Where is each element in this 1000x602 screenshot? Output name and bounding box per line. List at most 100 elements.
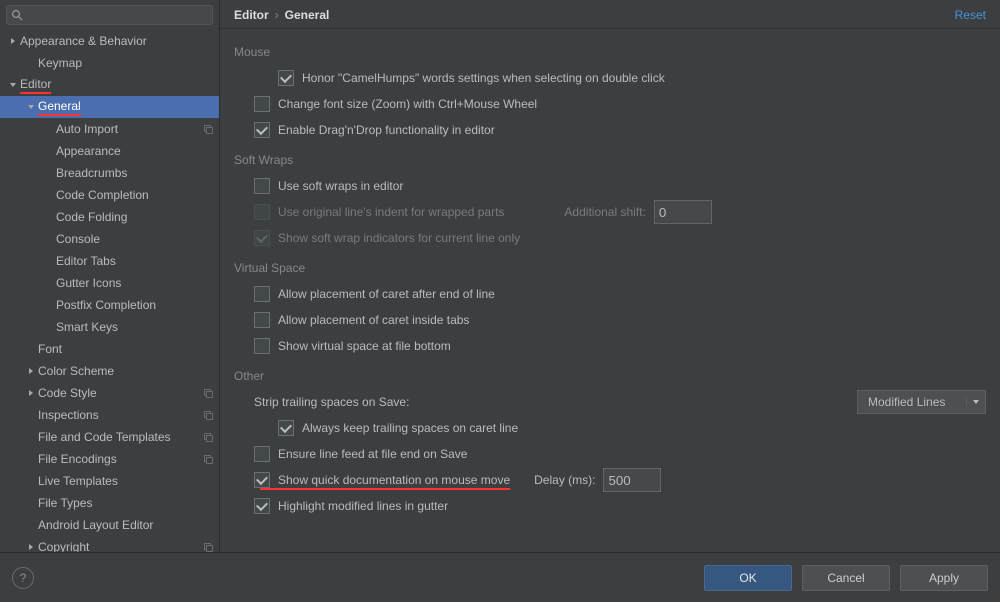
sidebar-item-label: Breadcrumbs: [56, 166, 213, 180]
sidebar-item-label: Font: [38, 342, 213, 356]
sidebar-item-label: File Encodings: [38, 452, 203, 466]
sidebar-item-label: Color Scheme: [38, 364, 213, 378]
profile-icon: [203, 432, 213, 442]
sidebar-item-inspections[interactable]: Inspections: [0, 404, 219, 426]
setting-row: Enable Drag'n'Drop functionality in edit…: [234, 117, 986, 143]
sidebar-item-label: Appearance & Behavior: [20, 34, 213, 48]
setting-row: Show soft wrap indicators for current li…: [234, 225, 986, 251]
sidebar-item-console[interactable]: Console: [0, 228, 219, 250]
tree-arrow-icon: [6, 37, 20, 45]
checkbox[interactable]: [254, 498, 270, 514]
setting-label: Show quick documentation on mouse move: [278, 473, 510, 487]
search-icon: [11, 9, 23, 21]
cancel-button[interactable]: Cancel: [802, 565, 890, 591]
sidebar-item-font[interactable]: Font: [0, 338, 219, 360]
strip-spaces-row: Strip trailing spaces on Save: Modified L…: [234, 389, 986, 415]
setting-label: Strip trailing spaces on Save:: [254, 395, 409, 409]
checkbox[interactable]: [254, 312, 270, 328]
profile-icon: [203, 542, 213, 552]
setting-row: Use original line's indent for wrapped p…: [234, 199, 986, 225]
sidebar-item-label: Gutter Icons: [56, 276, 213, 290]
checkbox: [254, 230, 270, 246]
sidebar-item-label: Inspections: [38, 408, 203, 422]
setting-label: Show virtual space at file bottom: [278, 339, 451, 353]
sidebar-item-android-layout-editor[interactable]: Android Layout Editor: [0, 514, 219, 536]
checkbox[interactable]: [254, 338, 270, 354]
checkbox[interactable]: [254, 96, 270, 112]
setting-label: Highlight modified lines in gutter: [278, 499, 448, 513]
setting-label: Show soft wrap indicators for current li…: [278, 231, 520, 245]
apply-button[interactable]: Apply: [900, 565, 988, 591]
sidebar-item-copyright[interactable]: Copyright: [0, 536, 219, 552]
search-box[interactable]: [6, 5, 213, 25]
setting-label: Enable Drag'n'Drop functionality in edit…: [278, 123, 495, 137]
sidebar-item-label: Editor: [20, 77, 213, 94]
checkbox[interactable]: [254, 472, 270, 488]
sidebar-item-appearance-behavior[interactable]: Appearance & Behavior: [0, 30, 219, 52]
tree-arrow-icon: [24, 389, 38, 397]
sidebar-item-gutter-icons[interactable]: Gutter Icons: [0, 272, 219, 294]
sidebar-item-smart-keys[interactable]: Smart Keys: [0, 316, 219, 338]
sidebar-item-color-scheme[interactable]: Color Scheme: [0, 360, 219, 382]
checkbox[interactable]: [278, 70, 294, 86]
tree-arrow-icon: [24, 367, 38, 375]
setting-row: Ensure line feed at file end on Save: [234, 441, 986, 467]
setting-label: Always keep trailing spaces on caret lin…: [302, 421, 518, 435]
setting-row: Show virtual space at file bottom: [234, 333, 986, 359]
strip-spaces-select[interactable]: Modified Lines: [857, 390, 986, 414]
sidebar-item-label: Code Folding: [56, 210, 213, 224]
sidebar-item-code-completion[interactable]: Code Completion: [0, 184, 219, 206]
sidebar-item-appearance[interactable]: Appearance: [0, 140, 219, 162]
settings-content: MouseHonor "CamelHumps" words settings w…: [220, 29, 1000, 552]
sidebar-item-auto-import[interactable]: Auto Import: [0, 118, 219, 140]
setting-row: Use soft wraps in editor: [234, 173, 986, 199]
sidebar-item-label: General: [38, 99, 213, 116]
sidebar-item-label: Appearance: [56, 144, 213, 158]
checkbox[interactable]: [278, 420, 294, 436]
tree-arrow-icon: [24, 543, 38, 551]
setting-label: Ensure line feed at file end on Save: [278, 447, 467, 461]
profile-icon: [203, 388, 213, 398]
setting-label: Allow placement of caret after end of li…: [278, 287, 495, 301]
sidebar-item-breadcrumbs[interactable]: Breadcrumbs: [0, 162, 219, 184]
profile-icon: [203, 454, 213, 464]
sidebar-item-label: Smart Keys: [56, 320, 213, 334]
group-title: Other: [234, 369, 986, 383]
setting-row: Always keep trailing spaces on caret lin…: [234, 415, 986, 441]
search-input[interactable]: [6, 5, 213, 25]
setting-row: Allow placement of caret after end of li…: [234, 281, 986, 307]
sidebar-item-file-and-code-templates[interactable]: File and Code Templates: [0, 426, 219, 448]
sidebar-item-label: Console: [56, 232, 213, 246]
sidebar-item-label: Keymap: [38, 56, 213, 70]
ok-button[interactable]: OK: [704, 565, 792, 591]
checkbox[interactable]: [254, 446, 270, 462]
setting-label: Honor "CamelHumps" words settings when s…: [302, 71, 665, 85]
sidebar-item-general[interactable]: General: [0, 96, 219, 118]
breadcrumb: Editor›General: [234, 8, 329, 22]
sidebar-item-postfix-completion[interactable]: Postfix Completion: [0, 294, 219, 316]
select-value: Modified Lines: [858, 395, 966, 409]
sidebar-item-keymap[interactable]: Keymap: [0, 52, 219, 74]
sidebar-item-editor[interactable]: Editor: [0, 74, 219, 96]
checkbox[interactable]: [254, 122, 270, 138]
sidebar-item-live-templates[interactable]: Live Templates: [0, 470, 219, 492]
sidebar-item-code-style[interactable]: Code Style: [0, 382, 219, 404]
delay-input[interactable]: [603, 468, 661, 492]
setting-label: Use original line's indent for wrapped p…: [278, 205, 504, 219]
setting-label: Change font size (Zoom) with Ctrl+Mouse …: [278, 97, 537, 111]
checkbox[interactable]: [254, 178, 270, 194]
sidebar-item-code-folding[interactable]: Code Folding: [0, 206, 219, 228]
setting-row: Show quick documentation on mouse moveDe…: [234, 467, 986, 493]
settings-tree[interactable]: Appearance & Behavior Keymap Editor General…: [0, 30, 219, 552]
sidebar-item-file-encodings[interactable]: File Encodings: [0, 448, 219, 470]
sidebar-item-editor-tabs[interactable]: Editor Tabs: [0, 250, 219, 272]
checkbox[interactable]: [254, 286, 270, 302]
sidebar-item-label: Live Templates: [38, 474, 213, 488]
sidebar-item-file-types[interactable]: File Types: [0, 492, 219, 514]
sidebar-item-label: Android Layout Editor: [38, 518, 213, 532]
setting-label: Use soft wraps in editor: [278, 179, 403, 193]
profile-icon: [203, 124, 213, 134]
reset-link[interactable]: Reset: [955, 8, 986, 22]
help-icon[interactable]: ?: [12, 567, 34, 589]
group-title: Virtual Space: [234, 261, 986, 275]
